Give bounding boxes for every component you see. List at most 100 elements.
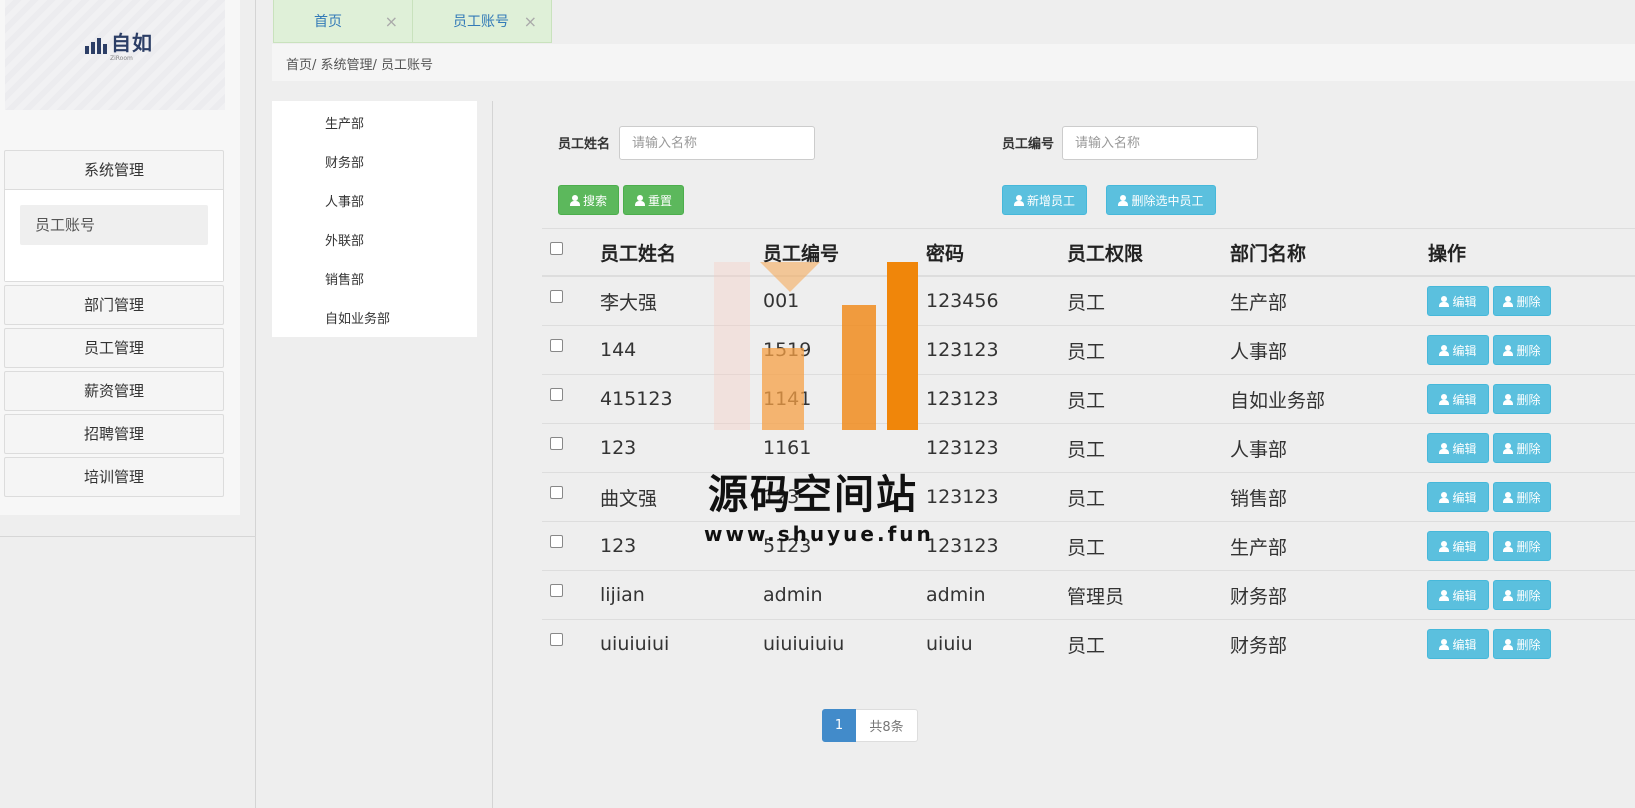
cell-password: 123123 [926, 437, 999, 459]
user-icon [1503, 491, 1514, 503]
edit-button[interactable]: 编辑 [1427, 433, 1489, 463]
employee-table: 员工姓名 员工编号 密码 员工权限 部门名称 操作 李大强 001 123456 员工… [542, 228, 1635, 668]
reset-button[interactable]: 重置 [623, 185, 684, 215]
cell-password: 123123 [926, 535, 999, 557]
delete-selected-button[interactable]: 删除选中员工 [1106, 185, 1216, 215]
menu-head-employee[interactable]: 员工管理 [5, 329, 223, 367]
cell-dept: 财务部 [1230, 585, 1288, 608]
delete-button[interactable]: 删除 [1493, 433, 1551, 463]
delete-button[interactable]: 删除 [1493, 335, 1551, 365]
edit-button-label: 编辑 [1452, 637, 1477, 652]
cell-dept: 生产部 [1230, 291, 1288, 314]
delete-button-label: 删除 [1516, 637, 1541, 652]
row-checkbox[interactable] [550, 584, 563, 597]
edit-button-label: 编辑 [1452, 588, 1477, 603]
table-row: uiuiuiui uiuiuiuiu uiuiu 员工 财务部 编辑 删除 [542, 619, 1635, 668]
cell-id: uiuiuiuiu [763, 633, 845, 655]
tab-employee-account[interactable]: 员工账号 × [412, 0, 552, 43]
delete-button[interactable]: 删除 [1493, 580, 1551, 610]
cell-id: admin [763, 584, 823, 606]
tab-home-label: 首页 [314, 14, 342, 30]
cell-password: 123123 [926, 388, 999, 410]
col-password-header: 密码 [926, 242, 965, 265]
row-checkbox[interactable] [550, 535, 563, 548]
menu-item-employee-account[interactable]: 员工账号 [20, 205, 208, 245]
left-sidebar: 自如 ZiRoom 系统管理 员工账号 部门管理 员工管理 薪资管理 招聘管理 … [0, 0, 256, 808]
name-search-input[interactable] [619, 126, 815, 160]
delete-button[interactable]: 删除 [1493, 482, 1551, 512]
dept-item[interactable]: 销售部 [325, 269, 364, 288]
row-checkbox[interactable] [550, 290, 563, 303]
menu-head-salary[interactable]: 薪资管理 [5, 372, 223, 410]
add-employee-button[interactable]: 新增员工 [1002, 185, 1087, 215]
select-all-checkbox[interactable] [550, 242, 563, 255]
delete-button[interactable]: 删除 [1493, 629, 1551, 659]
user-icon [1439, 393, 1450, 405]
user-icon [1118, 194, 1129, 206]
cell-role: 员工 [1067, 487, 1106, 510]
tab-employee-account-label: 员工账号 [453, 14, 509, 30]
sidebar-divider [0, 536, 256, 537]
cell-dept: 生产部 [1230, 536, 1288, 559]
tab-home[interactable]: 首页 × [273, 0, 413, 43]
search-button-label: 搜索 [582, 193, 607, 208]
edit-button[interactable]: 编辑 [1427, 286, 1489, 316]
edit-button[interactable]: 编辑 [1427, 580, 1489, 610]
cell-role: 员工 [1067, 634, 1106, 657]
cell-password: 123123 [926, 486, 999, 508]
dept-item[interactable]: 生产部 [325, 113, 364, 132]
close-icon[interactable]: × [385, 12, 398, 31]
dept-item[interactable]: 人事部 [325, 191, 364, 210]
edit-button-label: 编辑 [1452, 539, 1477, 554]
cell-password: 123123 [926, 339, 999, 361]
delete-button-label: 删除 [1516, 343, 1541, 358]
user-icon [1013, 194, 1024, 206]
user-icon [1439, 295, 1450, 307]
logo: 自如 [85, 32, 153, 54]
cell-name: 曲文强 [600, 487, 658, 510]
cell-role: 员工 [1067, 438, 1106, 461]
menu-head-training[interactable]: 培训管理 [5, 458, 223, 496]
delete-button[interactable]: 删除 [1493, 286, 1551, 316]
menu-head-system[interactable]: 系统管理 [5, 151, 223, 189]
delete-button[interactable]: 删除 [1493, 384, 1551, 414]
page-button-current[interactable]: 1 [822, 709, 856, 742]
edit-button[interactable]: 编辑 [1427, 482, 1489, 512]
search-button[interactable]: 搜索 [558, 185, 619, 215]
row-checkbox[interactable] [550, 437, 563, 450]
menu-group-salary[interactable]: 薪资管理 [4, 371, 224, 411]
user-icon [1503, 442, 1514, 454]
edit-button[interactable]: 编辑 [1427, 335, 1489, 365]
menu-head-recruit[interactable]: 招聘管理 [5, 415, 223, 453]
menu-group-recruit[interactable]: 招聘管理 [4, 414, 224, 454]
row-checkbox[interactable] [550, 633, 563, 646]
col-dept-header: 部门名称 [1230, 242, 1307, 265]
id-search-input[interactable] [1062, 126, 1258, 160]
page-total: 共8条 [856, 709, 918, 742]
edit-button[interactable]: 编辑 [1427, 629, 1489, 659]
dept-item[interactable]: 外联部 [325, 230, 364, 249]
menu-group-dept[interactable]: 部门管理 [4, 285, 224, 325]
user-icon [1503, 540, 1514, 552]
cell-password: uiuiu [926, 633, 973, 655]
edit-button[interactable]: 编辑 [1427, 531, 1489, 561]
menu-group-training[interactable]: 培训管理 [4, 457, 224, 497]
user-icon [1439, 589, 1450, 601]
user-icon [1503, 638, 1514, 650]
row-checkbox[interactable] [550, 388, 563, 401]
menu-group-employee[interactable]: 员工管理 [4, 328, 224, 368]
cell-name: lijian [600, 584, 645, 606]
delete-button[interactable]: 删除 [1493, 531, 1551, 561]
table-row: 李大强 001 123456 员工 生产部 编辑 删除 [542, 276, 1635, 325]
user-icon [1439, 540, 1450, 552]
cell-role: 管理员 [1067, 585, 1125, 608]
cell-name: uiuiuiui [600, 633, 670, 655]
menu-head-dept[interactable]: 部门管理 [5, 286, 223, 324]
cell-role: 员工 [1067, 389, 1106, 412]
edit-button[interactable]: 编辑 [1427, 384, 1489, 414]
row-checkbox[interactable] [550, 339, 563, 352]
dept-item[interactable]: 财务部 [325, 152, 364, 171]
row-checkbox[interactable] [550, 486, 563, 499]
close-icon[interactable]: × [524, 12, 537, 31]
dept-item[interactable]: 自如业务部 [325, 308, 390, 327]
